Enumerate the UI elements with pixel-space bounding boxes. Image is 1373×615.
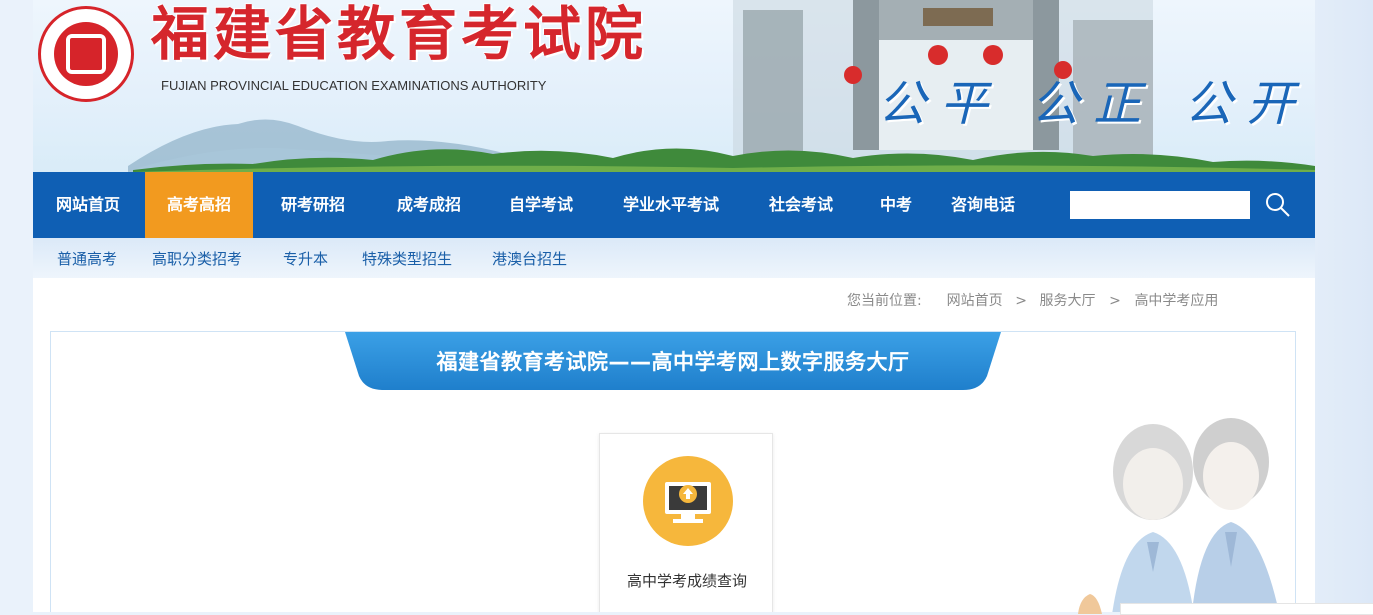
page-right-background bbox=[1315, 0, 1373, 612]
hand-decoration bbox=[1078, 594, 1102, 614]
nav-item-gaokao[interactable]: 高考高招 bbox=[145, 172, 253, 238]
logo-seal-icon[interactable] bbox=[38, 6, 134, 102]
subnav-item-gaozhi[interactable]: 高职分类招考 bbox=[152, 238, 242, 278]
nav-item-home[interactable]: 网站首页 bbox=[33, 172, 143, 238]
nav-item-shehui[interactable]: 社会考试 bbox=[751, 172, 851, 238]
breadcrumb-current[interactable]: 高中学考应用 bbox=[1134, 290, 1218, 310]
subnav-item-teshu[interactable]: 特殊类型招生 bbox=[362, 238, 452, 278]
seal-emblem-icon bbox=[54, 22, 118, 86]
customer-service-mascot bbox=[1112, 418, 1279, 612]
service-card-score-query[interactable]: 高中学考成绩查询 bbox=[599, 433, 773, 612]
tree-line-illustration bbox=[133, 148, 1315, 172]
main-nav: 网站首页 高考高招 研考研招 成考成招 自学考试 学业水平考试 社会考试 中考 … bbox=[33, 172, 1315, 238]
header-banner: 福建省教育考试院 FUJIAN PROVINCIAL EDUCATION EXA… bbox=[33, 0, 1315, 172]
service-hall-panel: 福建省教育考试院——高中学考网上数字服务大厅 高中学考成绩查询 bbox=[50, 331, 1296, 612]
search-input[interactable] bbox=[1070, 191, 1250, 219]
monitor-upload-icon bbox=[643, 456, 733, 546]
nav-item-zixue[interactable]: 自学考试 bbox=[491, 172, 591, 238]
breadcrumb-home[interactable]: 网站首页 bbox=[947, 290, 1003, 310]
breadcrumb-separator: > bbox=[1015, 293, 1027, 309]
sub-nav: 普通高考 高职分类招考 专升本 特殊类型招生 港澳台招生 bbox=[33, 238, 1315, 278]
subnav-item-putong[interactable]: 普通高考 bbox=[57, 238, 117, 278]
breadcrumb: 您当前位置: 网站首页 > 服务大厅 > 高中学考应用 bbox=[847, 290, 1218, 310]
nav-item-yankao[interactable]: 研考研招 bbox=[263, 172, 363, 238]
search-icon[interactable] bbox=[1263, 190, 1293, 220]
breadcrumb-service-hall[interactable]: 服务大厅 bbox=[1040, 290, 1096, 310]
service-label: 高中学考成绩查询 bbox=[626, 572, 747, 590]
site-title: 福建省教育考试院 bbox=[151, 0, 648, 68]
nav-item-phone[interactable]: 咨询电话 bbox=[933, 172, 1033, 238]
service-hall-title: 福建省教育考试院——高中学考网上数字服务大厅 bbox=[436, 350, 910, 374]
subnav-item-gangaotai[interactable]: 港澳台招生 bbox=[492, 238, 567, 278]
slogan-text: 公平 公正 公开 bbox=[878, 76, 1309, 132]
floating-panel bbox=[1120, 603, 1373, 615]
breadcrumb-prefix: 您当前位置: bbox=[847, 293, 922, 309]
nav-item-xueye[interactable]: 学业水平考试 bbox=[603, 172, 739, 238]
nav-item-chengkao[interactable]: 成考成招 bbox=[379, 172, 479, 238]
page-container: 福建省教育考试院 FUJIAN PROVINCIAL EDUCATION EXA… bbox=[33, 0, 1315, 612]
site-subtitle: FUJIAN PROVINCIAL EDUCATION EXAMINATIONS… bbox=[161, 78, 547, 93]
breadcrumb-separator: > bbox=[1109, 293, 1121, 309]
subnav-item-zhuanshengben[interactable]: 专升本 bbox=[283, 238, 328, 278]
nav-item-zhongkao[interactable]: 中考 bbox=[865, 172, 927, 238]
